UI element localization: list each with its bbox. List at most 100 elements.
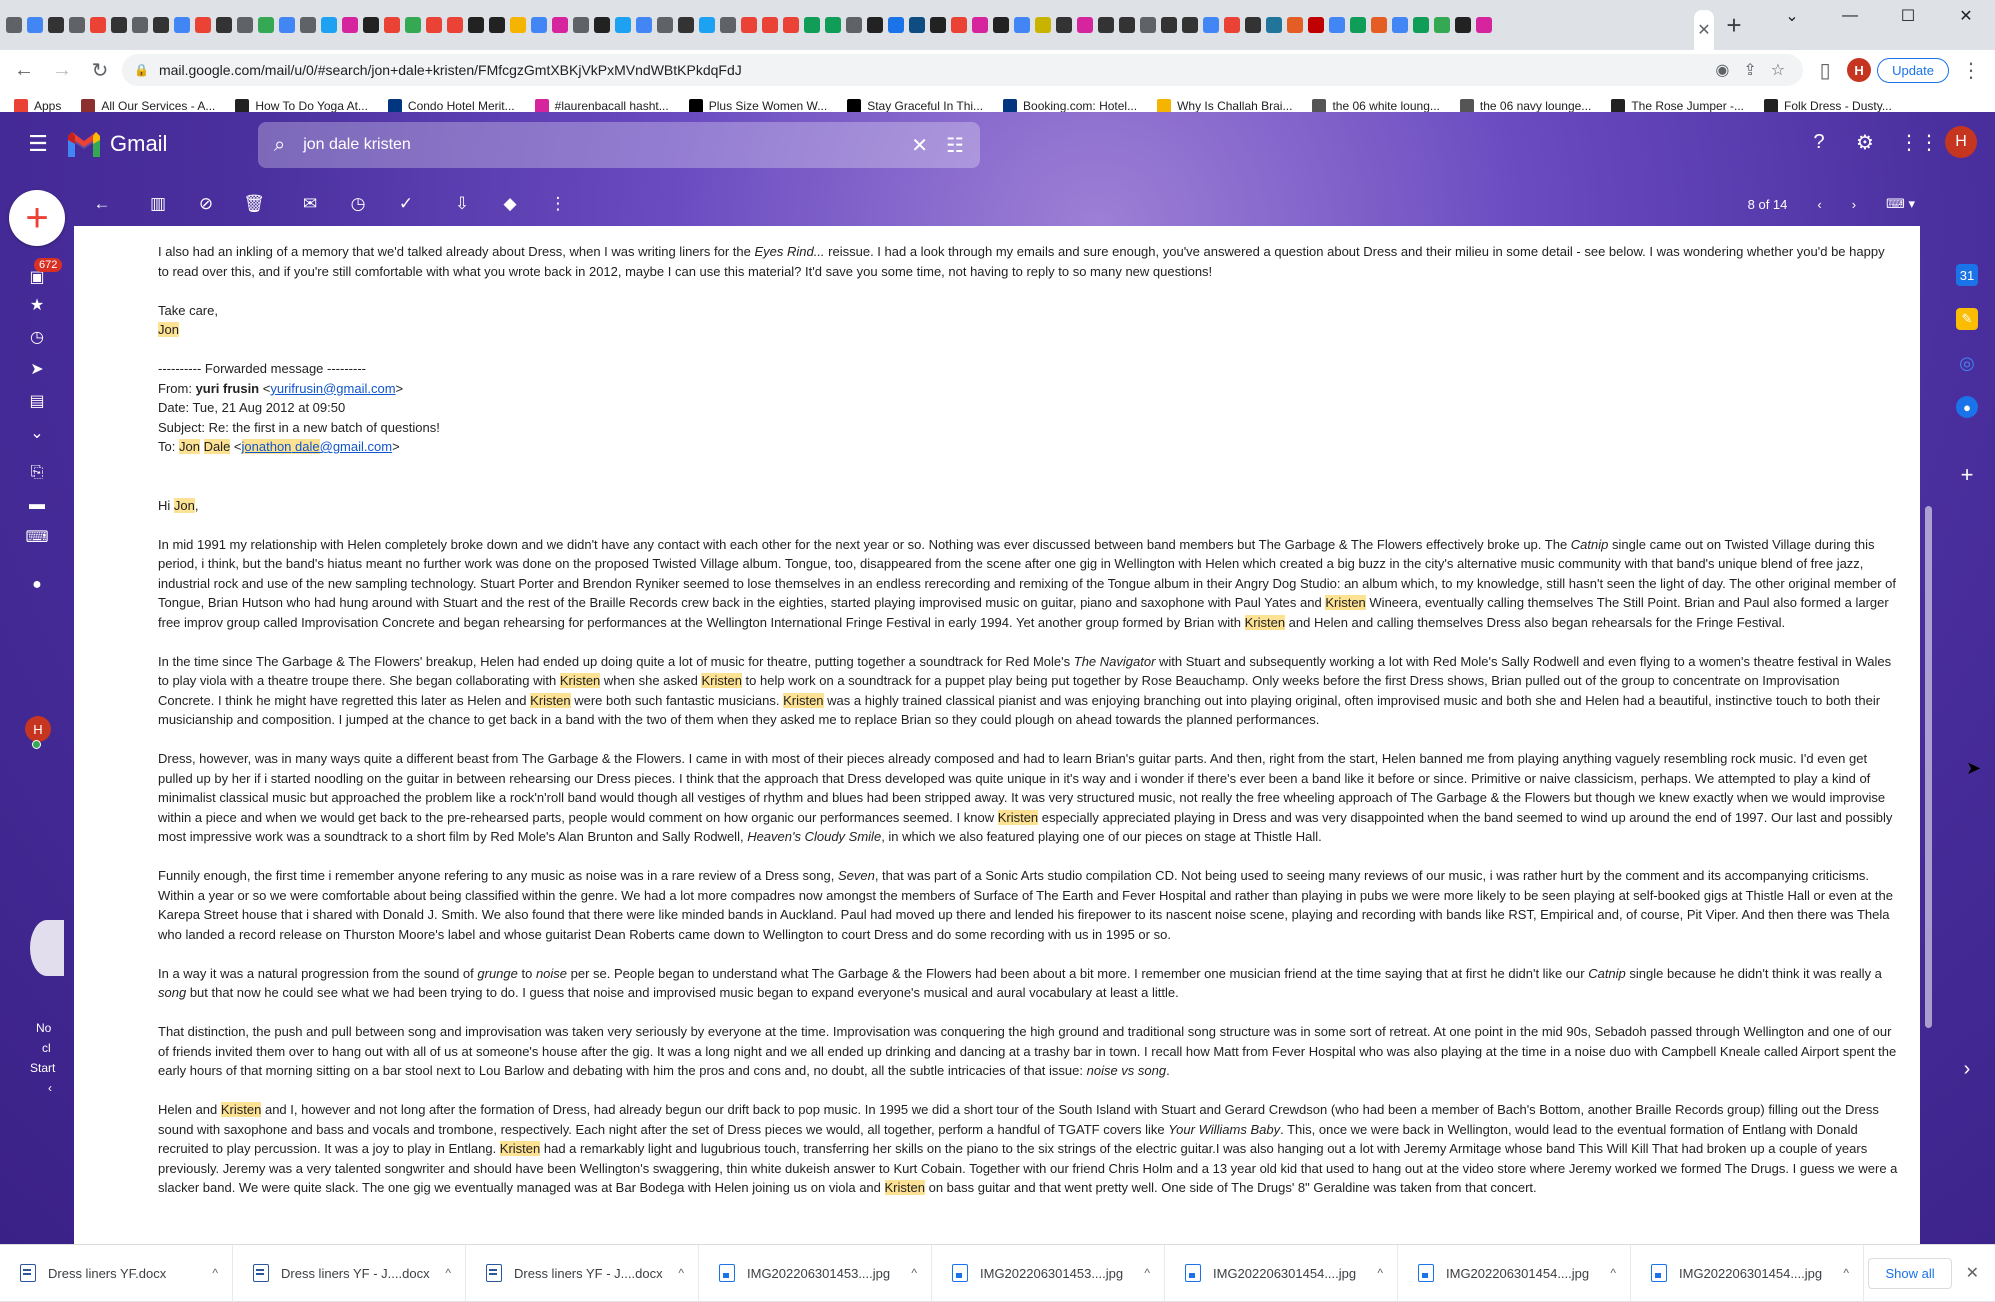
forward-arrow-icon[interactable]: → xyxy=(46,54,78,86)
bookmark-item[interactable]: Condo Hotel Merit... xyxy=(387,99,515,113)
tab-favicon[interactable] xyxy=(1392,17,1408,33)
tab-favicon[interactable] xyxy=(531,17,547,33)
bookmark-item[interactable]: Why Is Challah Brai... xyxy=(1157,99,1292,113)
tab-search-icon[interactable]: ⌄ xyxy=(1763,0,1821,32)
tab-favicon[interactable] xyxy=(489,17,505,33)
tab-favicon[interactable] xyxy=(615,17,631,33)
tab-favicon[interactable] xyxy=(1182,17,1198,33)
chat-user-avatar[interactable]: H xyxy=(25,716,51,742)
tab-favicon[interactable] xyxy=(1119,17,1135,33)
search-icon[interactable]: ⌕ xyxy=(274,134,285,157)
more-actions-icon[interactable]: ⋮ xyxy=(546,194,570,214)
update-button[interactable]: Update xyxy=(1877,57,1949,83)
from-email-link[interactable]: yurifrusin@gmail.com xyxy=(270,381,395,396)
gmail-logo[interactable]: Gmail xyxy=(66,131,236,157)
bookmark-item[interactable]: #laurenbacall hasht... xyxy=(534,99,669,113)
tab-favicon[interactable] xyxy=(195,17,211,33)
tab-favicon[interactable] xyxy=(1245,17,1261,33)
label-icon[interactable]: ◆ xyxy=(498,194,522,214)
share-icon[interactable]: ⇪ xyxy=(1743,60,1756,80)
tab-favicon[interactable] xyxy=(384,17,400,33)
snooze-icon[interactable]: ◷ xyxy=(346,194,370,214)
apps-grid-icon[interactable]: ⋮⋮ xyxy=(1899,130,1939,155)
tab-favicon[interactable] xyxy=(804,17,820,33)
tab-favicon[interactable] xyxy=(321,17,337,33)
newer-chevron-left-icon[interactable]: ‹ xyxy=(1817,197,1821,212)
download-item[interactable]: IMG202206301453....jpg ^ xyxy=(699,1244,932,1302)
tab-favicon[interactable] xyxy=(48,17,64,33)
meet-join-icon[interactable]: ▬ xyxy=(26,494,48,516)
contacts-icon[interactable]: ● xyxy=(1956,396,1978,418)
tab-favicon[interactable] xyxy=(1287,17,1303,33)
new-tab-button[interactable]: + xyxy=(1714,0,1754,50)
tab-favicon[interactable] xyxy=(1098,17,1114,33)
tab-favicon[interactable] xyxy=(426,17,442,33)
tab-favicon[interactable] xyxy=(69,17,85,33)
tab-favicon[interactable] xyxy=(720,17,736,33)
search-input[interactable]: jon dale kristen xyxy=(303,136,893,154)
tab-favicon[interactable] xyxy=(237,17,253,33)
sent-icon[interactable]: ➤ xyxy=(26,358,48,380)
tab-favicon[interactable] xyxy=(993,17,1009,33)
starred-icon[interactable]: ★ xyxy=(26,294,48,316)
tab-favicon[interactable] xyxy=(132,17,148,33)
tab-favicon[interactable] xyxy=(972,17,988,33)
scrollbar-thumb[interactable] xyxy=(1925,506,1932,1028)
tab-favicon[interactable] xyxy=(1329,17,1345,33)
tab-favicon[interactable] xyxy=(1371,17,1387,33)
reload-icon[interactable]: ↻ xyxy=(84,54,116,86)
maximize-button[interactable]: ☐ xyxy=(1879,0,1937,32)
tab-favicon[interactable] xyxy=(783,17,799,33)
tasks-icon[interactable]: ◎ xyxy=(1956,352,1978,374)
tab-favicon[interactable] xyxy=(405,17,421,33)
download-options-caret-icon[interactable]: ^ xyxy=(678,1266,684,1280)
account-avatar[interactable]: H xyxy=(1945,126,1977,158)
search-bar[interactable]: ⌕ jon dale kristen ✕ ☷ xyxy=(258,122,980,168)
hide-panel-chevron-icon[interactable]: › xyxy=(1956,1058,1978,1080)
tab-favicon[interactable] xyxy=(153,17,169,33)
url-text[interactable]: mail.google.com/mail/u/0/#search/jon+dal… xyxy=(159,62,1705,78)
minimize-button[interactable]: — xyxy=(1821,0,1879,32)
download-item[interactable]: IMG202206301453....jpg ^ xyxy=(932,1244,1165,1302)
add-addon-icon[interactable]: + xyxy=(1956,462,1978,487)
settings-gear-icon[interactable]: ⚙ xyxy=(1853,130,1877,155)
keyboard-icon[interactable]: ⌨ xyxy=(25,526,48,548)
bookmark-item[interactable]: the 06 white loung... xyxy=(1312,99,1440,113)
bookmark-item[interactable]: the 06 navy lounge... xyxy=(1459,99,1591,113)
active-tab[interactable]: ✕ xyxy=(1694,10,1714,50)
snoozed-clock-icon[interactable]: ◷ xyxy=(26,326,48,348)
close-download-bar-icon[interactable]: ✕ xyxy=(1966,1263,1979,1283)
tab-favicon[interactable] xyxy=(1035,17,1051,33)
tab-favicon[interactable] xyxy=(111,17,127,33)
bookmark-item[interactable]: Stay Graceful In Thi... xyxy=(847,99,983,113)
tab-favicon[interactable] xyxy=(447,17,463,33)
tab-favicon[interactable] xyxy=(1224,17,1240,33)
help-icon[interactable]: ? xyxy=(1807,131,1831,154)
chat-icon[interactable]: ● xyxy=(26,574,48,596)
tab-favicon[interactable] xyxy=(1308,17,1324,33)
search-options-icon[interactable]: ☷ xyxy=(946,133,964,158)
eye-icon[interactable]: ◉ xyxy=(1715,60,1729,80)
download-item[interactable]: Dress liners YF - J....docx ^ xyxy=(466,1244,699,1302)
tab-favicon[interactable] xyxy=(279,17,295,33)
download-item[interactable]: Dress liners YF.docx ^ xyxy=(0,1244,233,1302)
tab-favicon[interactable] xyxy=(867,17,883,33)
delete-trash-icon[interactable]: 🗑 xyxy=(242,194,266,214)
browser-profile-avatar[interactable]: H xyxy=(1847,58,1872,82)
add-task-icon[interactable]: ✓ xyxy=(394,194,418,214)
tab-favicon[interactable] xyxy=(741,17,757,33)
input-tools-keyboard-icon[interactable]: ⌨ ▾ xyxy=(1886,196,1915,212)
main-menu-icon[interactable]: ☰ xyxy=(14,131,62,157)
download-options-caret-icon[interactable]: ^ xyxy=(445,1266,451,1280)
bookmark-item[interactable]: Folk Dress - Dusty... xyxy=(1764,99,1892,113)
message-scrollbar[interactable] xyxy=(1922,226,1934,1244)
compose-button[interactable]: + xyxy=(9,190,65,246)
bookmark-item[interactable]: Apps xyxy=(14,99,61,113)
tab-favicon[interactable] xyxy=(762,17,778,33)
tab-favicon[interactable] xyxy=(657,17,673,33)
bookmark-star-icon[interactable]: ☆ xyxy=(1771,60,1785,80)
report-spam-icon[interactable]: ⊘ xyxy=(194,194,218,214)
tab-favicon[interactable] xyxy=(930,17,946,33)
tab-favicon[interactable] xyxy=(174,17,190,33)
tab-favicon[interactable] xyxy=(90,17,106,33)
